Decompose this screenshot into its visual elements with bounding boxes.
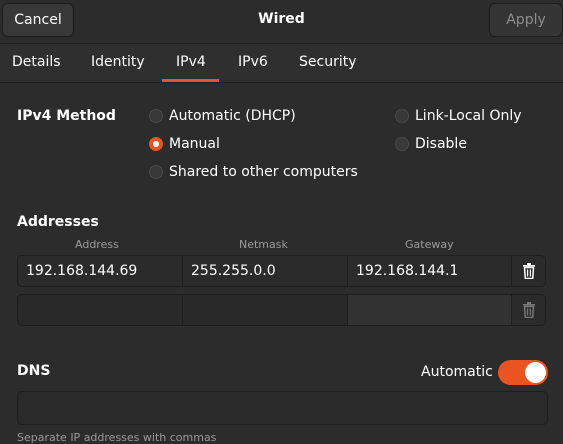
apply-button[interactable]: Apply [489,3,563,37]
dns-label: DNS [17,363,51,379]
column-header-address: Address [75,238,119,251]
addresses-label: Addresses [17,214,99,230]
radio-shared[interactable]: Shared to other computers [149,162,358,182]
tab-details[interactable]: Details [12,54,61,70]
trash-icon [522,302,535,318]
radio-button[interactable] [149,137,163,151]
gateway-field[interactable] [348,295,512,325]
radio-label: Automatic (DHCP) [169,108,296,124]
dns-automatic-label: Automatic [421,364,493,380]
address-row: 192.168.144.69 255.255.0.0 192.168.144.1 [17,255,546,287]
tab-ipv6[interactable]: IPv6 [238,54,268,70]
radio-button[interactable] [149,165,163,179]
radio-button[interactable] [395,109,409,123]
radio-disable[interactable]: Disable [395,134,467,154]
address-field[interactable]: 192.168.144.69 [18,256,183,286]
radio-automatic-dhcp[interactable]: Automatic (DHCP) [149,106,296,126]
tab-ipv4[interactable]: IPv4 [176,54,206,70]
gateway-field[interactable]: 192.168.144.1 [348,256,512,286]
tab-bar: Details Identity IPv4 IPv6 Security [0,43,563,83]
ipv4-method-label: IPv4 Method [17,108,116,124]
radio-button[interactable] [395,137,409,151]
tab-selected-indicator [162,79,219,82]
tab-identity[interactable]: Identity [91,54,145,70]
radio-label: Shared to other computers [169,164,358,180]
delete-address-button[interactable] [512,256,545,286]
column-header-netmask: Netmask [239,238,288,251]
switch-knob [525,362,546,383]
address-field[interactable] [18,295,183,325]
radio-link-local[interactable]: Link-Local Only [395,106,522,126]
column-header-gateway: Gateway [405,238,454,251]
radio-button[interactable] [149,109,163,123]
tab-security[interactable]: Security [299,54,357,70]
radio-manual[interactable]: Manual [149,134,220,154]
dns-input[interactable] [17,391,548,425]
delete-address-button[interactable] [512,295,545,325]
header-bar: Cancel Wired Apply [0,0,563,42]
radio-label: Manual [169,136,220,152]
window-title: Wired [258,11,305,27]
netmask-field[interactable]: 255.255.0.0 [183,256,348,286]
radio-label: Disable [415,136,467,152]
dns-automatic-switch[interactable] [498,360,548,385]
trash-icon [522,263,535,279]
dns-hint: Separate IP addresses with commas [17,431,217,444]
netmask-field[interactable] [183,295,348,325]
address-row [17,294,546,326]
radio-label: Link-Local Only [415,108,522,124]
